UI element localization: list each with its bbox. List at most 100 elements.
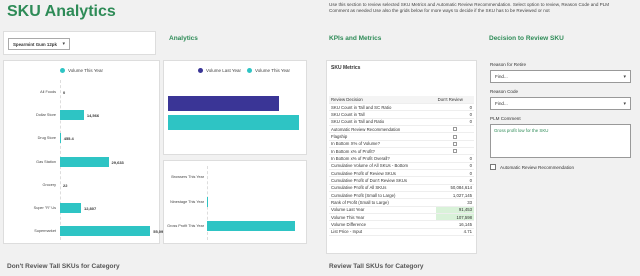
instructions-text: Use this section to review selected SKU … <box>329 2 610 14</box>
auto-review-checkbox[interactable] <box>490 164 496 170</box>
table-row: Automatic Review Recommendation <box>329 125 474 134</box>
table-row: Cumulative Profit of Don't Review SKUs 0 <box>329 176 474 185</box>
category-label: Supermarket <box>34 229 56 234</box>
reason-code-label: Reason Code <box>490 89 519 94</box>
legend-label-last-year: Volume Last Year <box>206 68 242 73</box>
metric-value: 0 <box>435 154 474 163</box>
table-header-row: Review Decision Don't Review <box>329 96 474 104</box>
auto-review-checkbox-row[interactable]: Automatic Review Recommendation <box>490 164 574 170</box>
category-label: Gas Station <box>36 159 56 164</box>
table-row: Cumulative Profit of All SKUs 50,084,614 <box>329 184 474 192</box>
category-label: Grocery <box>42 182 56 187</box>
metric-label: In Bottom x% of Profit Overall? <box>329 154 436 163</box>
product-select[interactable]: Spearmint Gum 12pk ▾ <box>8 38 70 50</box>
table-row: Rank of Profit (Small to Large) 33 <box>329 198 474 207</box>
table-row: Cumulative Profit of Review SKUs 0 <box>329 169 474 178</box>
reason-code-value: Find... <box>495 101 508 106</box>
bar[interactable] <box>207 196 208 207</box>
category-label: Browsers This Year <box>171 175 204 179</box>
table-row: Cumulative Volume of All SKUs - Bottom 0 <box>329 162 474 170</box>
decision-section-title: Decision to Review SKU <box>489 35 564 42</box>
metric-label: SKU Count in Tall and Ratio <box>329 118 436 126</box>
metric-label: Cumulative Profit of All SKUs <box>329 184 436 192</box>
bar[interactable] <box>60 110 84 121</box>
chart-right-top-legend: Volume Last Year Volume This Year <box>198 68 290 73</box>
metric-value: 0 <box>435 103 474 112</box>
product-select-value: Spearmint Gum 12pk <box>13 41 57 47</box>
metric-label: Cumulative Profit of Review SKUs <box>329 169 436 178</box>
volume-by-channel-chart-panel <box>3 60 160 244</box>
bar[interactable] <box>60 133 61 144</box>
app-title: SKU Analytics <box>7 3 116 20</box>
metric-value: 33 <box>435 198 474 207</box>
reason-for-retire-value: Find... <box>495 74 508 79</box>
metric-value: 16,145 <box>435 220 474 229</box>
metric-label: List Price - Input <box>329 228 436 237</box>
metric-label: Flagship <box>329 132 436 141</box>
bar[interactable] <box>60 156 109 167</box>
review-section-title: Review Tall SKUs for Category <box>329 263 424 270</box>
metric-value: 0 <box>435 110 474 119</box>
chart-left-legend: Volume This Year <box>60 68 103 73</box>
table-row: Volume Last Year 91,453 <box>329 206 474 215</box>
dont-review-section-title: Don't Review Tall SKUs for Category <box>7 263 120 270</box>
data-label: 14,566 <box>86 113 100 119</box>
metric-checkbox <box>452 134 457 139</box>
legend-label-this-year: Volume This Year <box>255 68 290 73</box>
bar-volume-this-year[interactable] <box>168 115 300 130</box>
table-row: Volume Difference 16,145 <box>329 220 474 229</box>
chart-left-legend-label: Volume This Year <box>68 68 103 73</box>
table-row: List Price - Input 4.71 <box>329 228 474 237</box>
category-label: All Foods <box>40 90 56 94</box>
table-row: SKU Count in Tall and SC Ratio 0 <box>329 103 474 112</box>
sku-metrics-title: SKU Metrics <box>331 65 361 71</box>
metric-value: 0 <box>435 169 474 178</box>
data-label: 0 <box>63 90 66 95</box>
data-label: 455.4 <box>63 136 74 142</box>
filter-panel: Spearmint Gum 12pk ▾ <box>3 31 156 55</box>
metric-checkbox <box>452 142 457 147</box>
table-row: Cumulative Profit (Small to Large) 1,027,… <box>329 191 474 200</box>
metric-label: Volume This Year <box>329 213 436 222</box>
table-row: SKU Count in Tall 0 <box>329 110 474 119</box>
table-row: Flagship <box>329 132 474 141</box>
legend-swatch-teal-2 <box>247 68 253 73</box>
metric-value <box>435 125 474 134</box>
metric-label: Cumulative Profit (Small to Large) <box>329 191 436 200</box>
chevron-down-icon: ▾ <box>623 100 626 107</box>
category-label: Dollar Store <box>35 113 56 118</box>
chevron-down-icon: ▾ <box>62 41 65 47</box>
sku-metrics-table: Review Decision Don't Review SKU Count i… <box>329 96 474 237</box>
metric-label: Rank of Profit (Small to Large) <box>329 198 436 207</box>
metric-value: 0 <box>435 162 474 170</box>
metric-value <box>435 147 474 156</box>
table-row: Volume This Year 107,598 <box>329 213 474 222</box>
metric-label: In Bottom x% of Profit? <box>329 147 436 156</box>
bar[interactable] <box>60 203 81 213</box>
category-label: Ninestage This Year <box>170 199 204 204</box>
data-label: 29,633 <box>111 159 124 165</box>
sku-analytics-page: SKU Analytics Use this section to review… <box>0 0 640 276</box>
category-label: Drug Store <box>37 136 56 141</box>
metric-label: Cumulative Profit of Don't Review SKUs <box>329 176 436 185</box>
table-row: In Bottom X% of Volume? <box>329 140 474 148</box>
metric-label: Volume Difference <box>329 220 436 229</box>
metric-label: Volume Last Year <box>329 206 436 215</box>
metric-value <box>435 132 474 141</box>
metric-label: In Bottom X% of Volume? <box>329 140 436 148</box>
bar[interactable] <box>60 226 151 237</box>
metric-value: 107,598 <box>435 213 474 222</box>
reason-code-select[interactable]: Find... ▾ <box>490 97 631 110</box>
metric-label: Cumulative Volume of All SKUs - Bottom <box>329 162 436 170</box>
metric-checkbox <box>452 127 457 132</box>
legend-swatch-teal <box>60 68 65 73</box>
plm-comment-textarea[interactable]: Gross profit low for the SKU <box>490 124 631 158</box>
bar-volume-last-year[interactable] <box>168 96 280 111</box>
reason-for-retire-label: Reason for Retire <box>490 62 527 67</box>
bar[interactable] <box>207 221 296 231</box>
metric-value: 91,453 <box>435 206 474 215</box>
metric-value: 1,027,145 <box>435 191 474 200</box>
table-row: SKU Count in Tall and Ratio 0 <box>329 118 474 126</box>
reason-for-retire-select[interactable]: Find... ▾ <box>490 70 631 83</box>
table-row: In Bottom x% of Profit Overall? 0 <box>329 154 474 163</box>
